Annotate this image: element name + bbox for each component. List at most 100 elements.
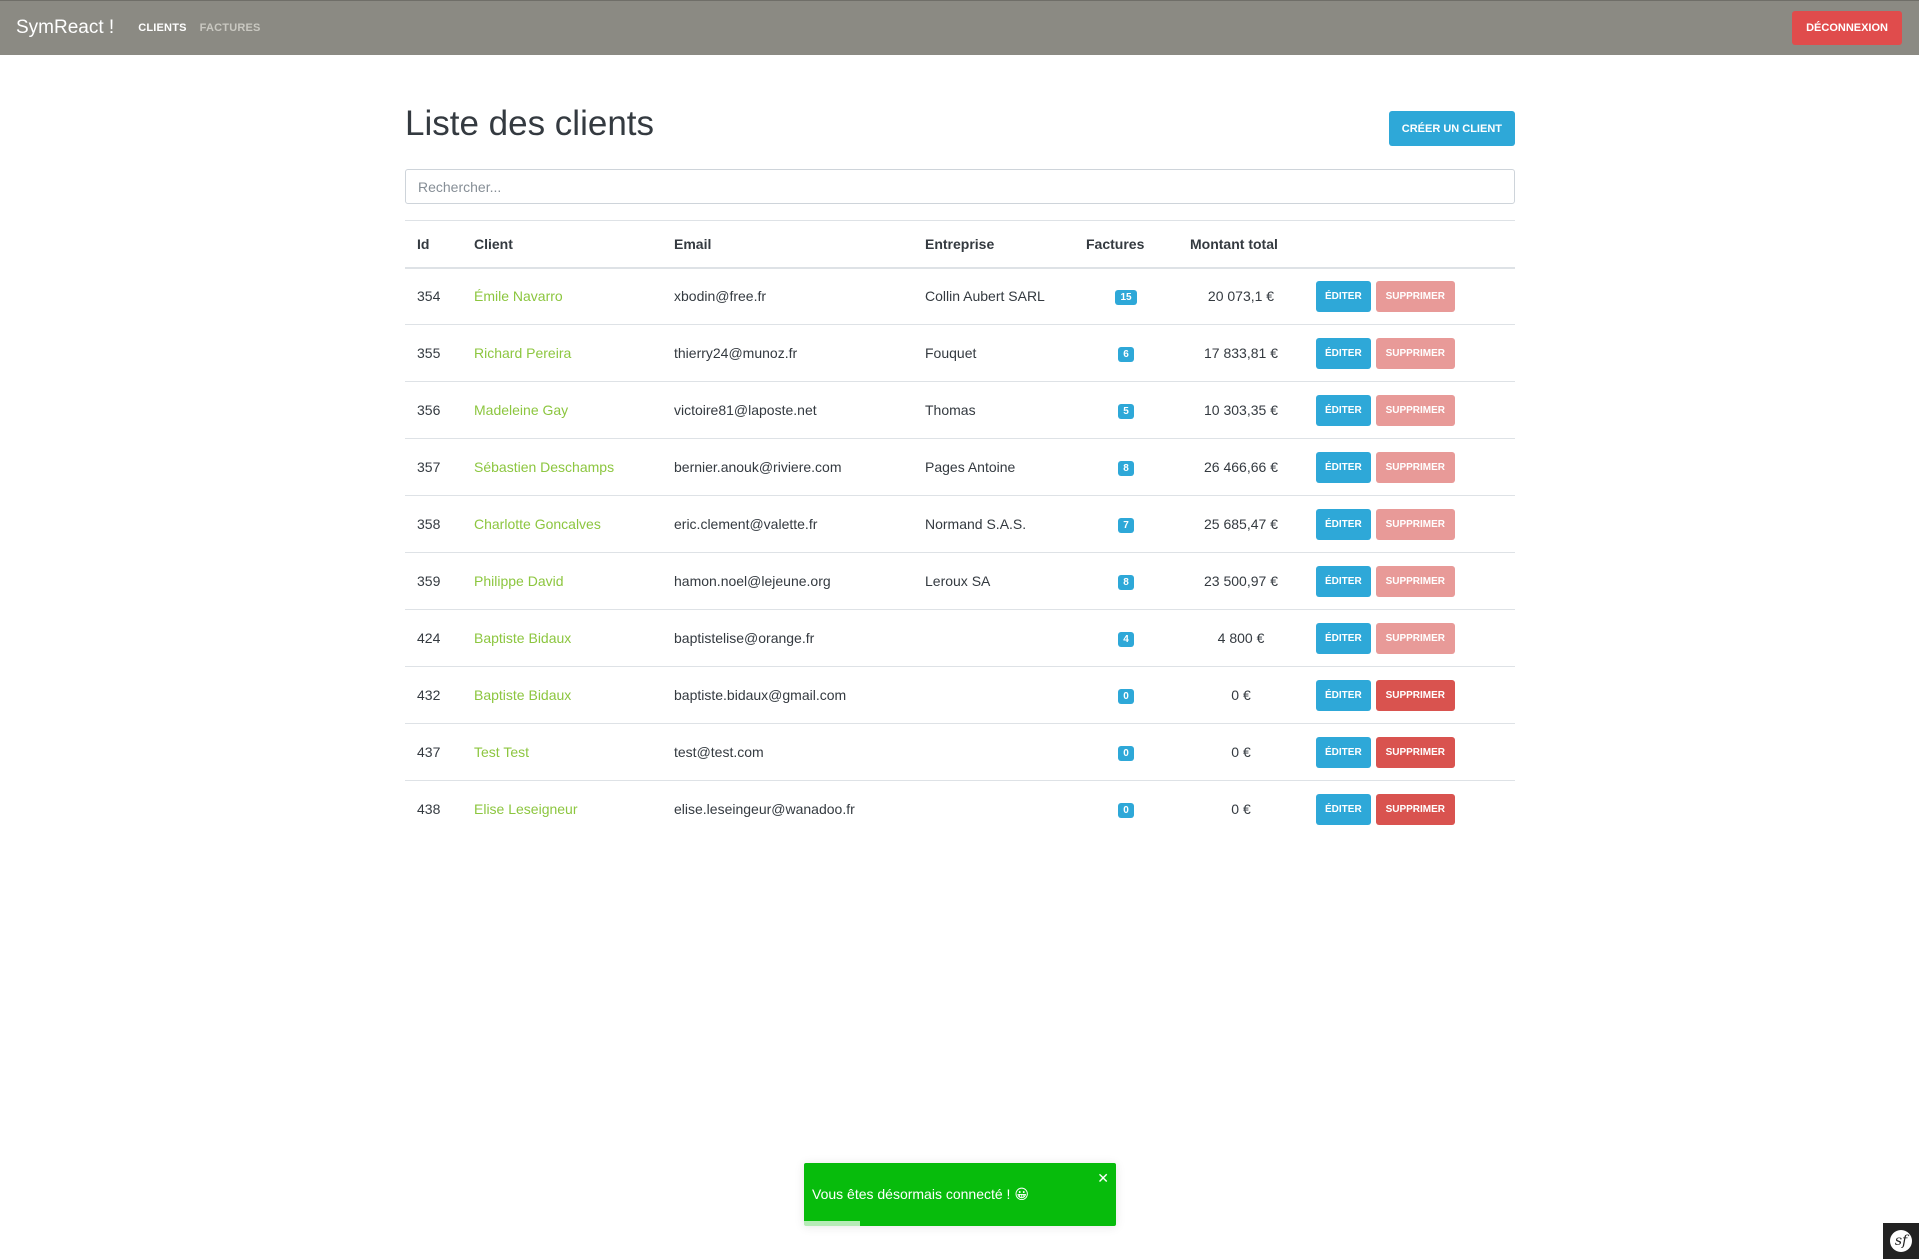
- cell-invoices: 4: [1074, 609, 1178, 667]
- invoice-count-badge: 6: [1118, 347, 1134, 362]
- cell-id: 355: [405, 324, 462, 382]
- edit-button[interactable]: Éditer: [1316, 622, 1371, 654]
- cell-actions: Éditer Supprimer: [1304, 780, 1515, 838]
- delete-button[interactable]: Supprimer: [1375, 736, 1456, 768]
- cell-actions: Éditer Supprimer: [1304, 324, 1515, 382]
- delete-button: Supprimer: [1375, 565, 1456, 597]
- logout-button[interactable]: Déconnexion: [1792, 11, 1902, 45]
- client-link[interactable]: Elise Leseigneur: [474, 801, 578, 817]
- delete-button[interactable]: Supprimer: [1375, 679, 1456, 711]
- header-company: Entreprise: [913, 220, 1074, 269]
- cell-company: [913, 723, 1074, 781]
- edit-button[interactable]: Éditer: [1316, 565, 1371, 597]
- cell-email: victoire81@laposte.net: [662, 381, 913, 439]
- cell-company: [913, 780, 1074, 838]
- table-row: 424 Baptiste Bidaux baptistelise@orange.fr…: [405, 609, 1515, 667]
- cell-invoices: 8: [1074, 552, 1178, 610]
- table-row: 432 Baptiste Bidaux baptiste.bidaux@gmail.…: [405, 666, 1515, 724]
- toast-message: Vous êtes désormais connecté ! 😀: [812, 1186, 1029, 1202]
- cell-id: 357: [405, 438, 462, 496]
- cell-email: baptistelise@orange.fr: [662, 609, 913, 667]
- client-link[interactable]: Émile Navarro: [474, 288, 563, 304]
- edit-button[interactable]: Éditer: [1316, 508, 1371, 540]
- cell-email: baptiste.bidaux@gmail.com: [662, 666, 913, 724]
- cell-total: 0 €: [1178, 666, 1304, 724]
- table-header-row: Id Client Email Entreprise Factures Mont…: [405, 220, 1515, 269]
- toast-notification: Vous êtes désormais connecté ! 😀 ✕: [804, 1163, 1116, 1226]
- cell-id: 432: [405, 666, 462, 724]
- client-link[interactable]: Charlotte Goncalves: [474, 516, 601, 532]
- cell-id: 358: [405, 495, 462, 553]
- cell-client: Richard Pereira: [462, 324, 662, 382]
- cell-id: 354: [417, 288, 441, 305]
- cell-actions: Éditer Supprimer: [1304, 609, 1515, 667]
- page-title: Liste des clients: [405, 104, 655, 143]
- delete-button: Supprimer: [1375, 508, 1456, 540]
- client-link[interactable]: Richard Pereira: [474, 345, 571, 361]
- search-input[interactable]: [405, 169, 1515, 204]
- cell-email: thierry24@munoz.fr: [662, 324, 913, 382]
- debug-toolbar[interactable]: sf: [1883, 1223, 1919, 1259]
- cell-email: hamon.noel@lejeune.org: [662, 552, 913, 610]
- cell-email: bernier.anouk@riviere.com: [662, 438, 913, 496]
- clients-table: Id Client Email Entreprise Factures Mont…: [405, 220, 1515, 838]
- cell-actions: Éditer Supprimer: [1304, 666, 1515, 724]
- cell-total: 4 800 €: [1178, 609, 1304, 667]
- toast-progress-bar: [804, 1221, 861, 1226]
- cell-actions: Éditer Supprimer: [1304, 495, 1515, 553]
- nav-link-factures[interactable]: Factures: [200, 22, 261, 34]
- header-invoices: Factures: [1074, 220, 1178, 269]
- table-row: 358 Charlotte Goncalves eric.clement@valet…: [405, 495, 1515, 553]
- cell-id: 424: [405, 609, 462, 667]
- client-link[interactable]: Philippe David: [474, 573, 564, 589]
- brand-link[interactable]: SymReact !: [16, 17, 114, 39]
- cell-company: Collin Aubert SARL: [925, 288, 1045, 305]
- cell-total: 17 833,81 €: [1178, 324, 1304, 382]
- edit-button[interactable]: Éditer: [1316, 679, 1371, 711]
- cell-actions: Éditer Supprimer: [1304, 268, 1515, 325]
- invoice-count-badge: 5: [1118, 404, 1134, 419]
- delete-button: Supprimer: [1375, 280, 1456, 312]
- cell-company: Fouquet: [913, 324, 1074, 382]
- cell-client: Elise Leseigneur: [462, 780, 662, 838]
- cell-total: 20 073,1 €: [1207, 288, 1275, 305]
- cell-client: Charlotte Goncalves: [462, 495, 662, 553]
- nav-link-clients[interactable]: Clients: [138, 22, 186, 34]
- header-client: Client: [462, 220, 662, 269]
- cell-client: Sébastien Deschamps: [462, 438, 662, 496]
- cell-id: 359: [405, 552, 462, 610]
- cell-email: eric.clement@valette.fr: [662, 495, 913, 553]
- delete-button: Supprimer: [1375, 451, 1456, 483]
- symfony-logo-icon: sf: [1890, 1230, 1912, 1252]
- cell-invoices: 0: [1074, 723, 1178, 781]
- table-row: 438 Elise Leseigneur elise.leseingeur@wana…: [405, 780, 1515, 838]
- cell-actions: Éditer Supprimer: [1304, 723, 1515, 781]
- close-icon[interactable]: ✕: [1097, 1171, 1109, 1187]
- cell-actions: Éditer Supprimer: [1304, 552, 1515, 610]
- client-link[interactable]: Baptiste Bidaux: [474, 630, 571, 646]
- cell-invoices: 7: [1074, 495, 1178, 553]
- invoice-count-badge: 8: [1118, 461, 1134, 476]
- cell-total: 23 500,97 €: [1178, 552, 1304, 610]
- edit-button[interactable]: Éditer: [1316, 793, 1371, 825]
- cell-company: Leroux SA: [913, 552, 1074, 610]
- cell-actions: Éditer Supprimer: [1304, 438, 1515, 496]
- cell-client: Philippe David: [462, 552, 662, 610]
- edit-button[interactable]: Éditer: [1316, 451, 1371, 483]
- edit-button[interactable]: Éditer: [1316, 394, 1371, 426]
- client-link[interactable]: Test Test: [474, 744, 529, 760]
- create-client-button[interactable]: Créer un client: [1388, 111, 1515, 146]
- client-link[interactable]: Baptiste Bidaux: [474, 687, 571, 703]
- cell-invoices: 0: [1074, 666, 1178, 724]
- cell-email: xbodin@free.fr: [674, 288, 767, 305]
- client-link[interactable]: Sébastien Deschamps: [474, 459, 614, 475]
- delete-button[interactable]: Supprimer: [1375, 793, 1456, 825]
- cell-invoices: 6: [1074, 324, 1178, 382]
- edit-button[interactable]: Éditer: [1316, 337, 1371, 369]
- table-row: 355 Richard Pereira thierry24@munoz.fr Fouq…: [405, 324, 1515, 382]
- cell-total: 0 €: [1178, 780, 1304, 838]
- client-link[interactable]: Madeleine Gay: [474, 402, 568, 418]
- cell-invoices: 0: [1074, 780, 1178, 838]
- edit-button[interactable]: Éditer: [1316, 736, 1371, 768]
- edit-button[interactable]: Éditer: [1316, 280, 1371, 312]
